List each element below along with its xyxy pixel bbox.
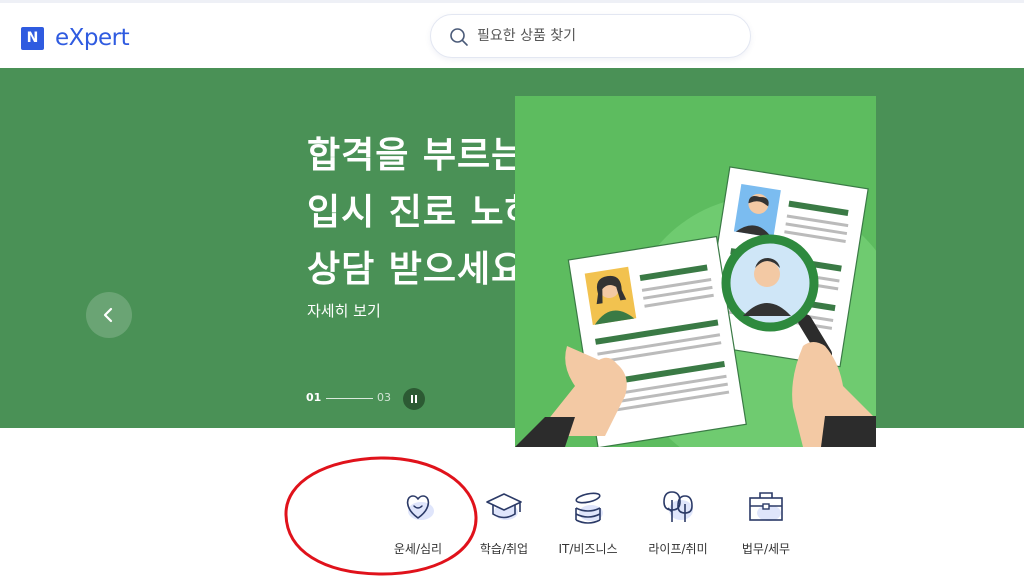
logo[interactable]: N eXpert	[21, 25, 130, 51]
pager-current: 01	[306, 391, 322, 404]
search-input[interactable]	[477, 24, 737, 48]
graduation-cap-icon	[486, 493, 522, 520]
category-label: 법무/세무	[741, 542, 791, 556]
category-life[interactable]: 라이프/취미	[638, 484, 718, 564]
category-study[interactable]: 학습/취업	[464, 484, 544, 564]
header: N eXpert	[0, 3, 1024, 68]
resume-illustration	[515, 96, 876, 447]
pager-total: 03	[377, 391, 391, 404]
logo-text: eXpert	[55, 25, 130, 51]
search-box[interactable]	[430, 14, 751, 58]
trees-icon	[663, 491, 693, 522]
category-fortune[interactable]: 운세/심리	[378, 484, 458, 564]
category-label: IT/비즈니스	[558, 542, 618, 556]
category-it[interactable]: IT/비즈니스	[548, 484, 628, 564]
details-link[interactable]: 자세히 보기	[307, 300, 381, 321]
category-label: 라이프/취미	[648, 542, 708, 556]
briefcase-icon	[749, 492, 783, 521]
pause-icon	[411, 395, 413, 403]
logo-badge: N	[21, 26, 44, 50]
heart-icon	[406, 495, 434, 520]
coins-icon	[575, 492, 603, 524]
pager-track	[326, 398, 373, 399]
category-label: 학습/취업	[479, 542, 529, 556]
category-menu: 운세/심리 학습/취업 IT/비즈니스 라이프/취미 법무/세무	[378, 484, 808, 564]
prev-slide-button[interactable]	[86, 292, 132, 338]
chevron-left-icon	[103, 307, 113, 323]
category-label: 운세/심리	[393, 542, 443, 556]
pause-button[interactable]	[403, 388, 425, 410]
search-icon	[450, 28, 468, 46]
slide-pager: 01 03	[306, 388, 436, 412]
category-law[interactable]: 법무/세무	[726, 484, 806, 564]
